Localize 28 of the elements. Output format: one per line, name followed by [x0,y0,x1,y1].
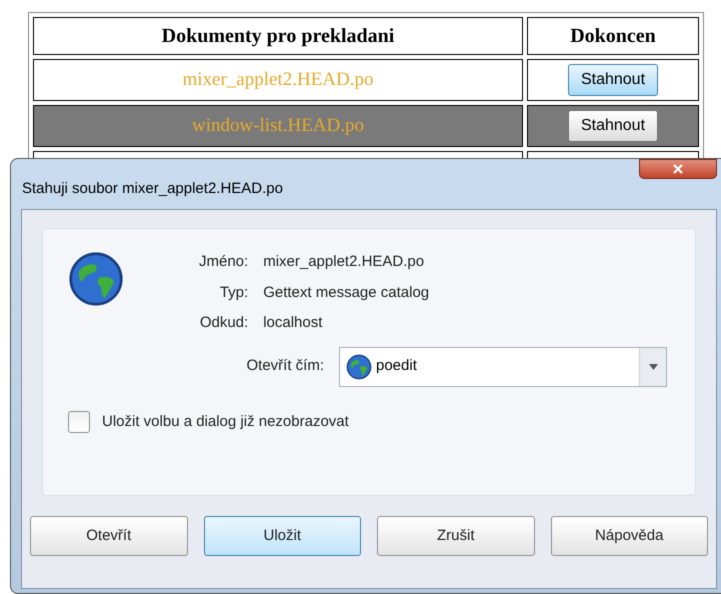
field-label: Odkud: [199,313,248,333]
field-label: Jméno: [199,252,248,272]
globe-icon [346,354,372,380]
field-label: Typ: [218,282,248,302]
dialog-button[interactable]: Zrušit [377,516,534,556]
globe-icon [68,251,124,307]
column-header: Dokumenty pro prekladani [33,17,523,55]
open-with-dropdown[interactable]: poedit [339,346,667,386]
download-button[interactable]: Stahnout [568,110,658,142]
close-button[interactable] [639,159,717,179]
field-value: Gettext message catalog [263,282,430,302]
dropdown-value: poedit [376,356,418,376]
file-name-cell: window-list.HEAD.po [33,105,523,147]
dropdown-arrow-button[interactable] [639,348,666,386]
field-value: mixer_applet2.HEAD.po [263,252,426,272]
checkbox[interactable] [68,410,90,433]
field-label: Otevřít čím: [245,356,324,376]
field-value: localhost [263,313,324,333]
close-icon [673,164,683,174]
dialog-button[interactable]: Otevřít [30,516,188,556]
dialog-button[interactable]: Uložit [204,516,361,556]
dialog-title: Stahuji soubor mixer_applet2.HEAD.po [22,179,283,199]
download-button[interactable]: Stahnout [568,64,658,96]
file-name-cell: mixer_applet2.HEAD.po [33,59,523,101]
caret-icon [648,364,658,370]
checkbox-label: Uložit volbu a dialog již nezobrazovat [102,412,349,432]
dialog-button[interactable]: Nápověda [550,516,708,556]
column-header: Dokoncen [527,17,699,55]
